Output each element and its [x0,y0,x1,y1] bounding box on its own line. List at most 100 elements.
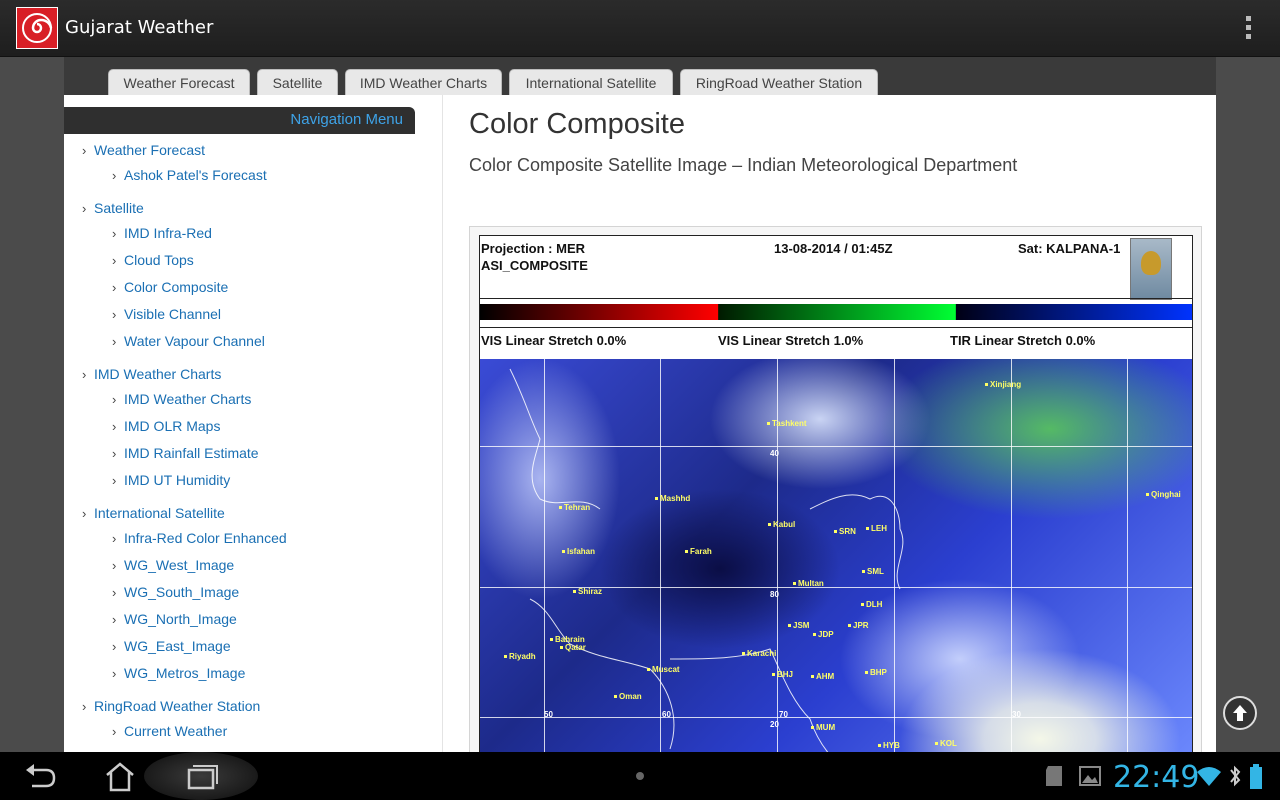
nav-item[interactable]: › IMD Rainfall Estimate [112,445,259,461]
longitude-label: 60 [662,710,671,719]
stretch-label-3: TIR Linear Stretch 0.0% [950,333,1096,348]
nav-item-label: Cloud Tops [124,252,194,268]
overflow-menu-icon[interactable] [1238,16,1258,42]
color-scale-bar [480,304,1192,320]
nav-item[interactable]: › Water Vapour Channel [112,333,265,349]
chevron-right-icon: › [112,226,117,241]
nav-item[interactable]: › Current Weather [112,723,227,739]
city-label: Tehran [559,503,590,512]
system-navigation-bar: 22:49 [0,752,1280,800]
bluetooth-icon [1230,765,1241,787]
nav-item[interactable]: › IMD Weather Charts [82,366,221,382]
nav-item[interactable]: › IMD UT Humidity [112,472,230,488]
nav-item[interactable]: › WG_East_Image [112,638,231,654]
chevron-right-icon: › [82,201,87,216]
city-label: BHJ [772,670,793,679]
app-title: Gujarat Weather [65,17,214,38]
nav-item[interactable]: › Cloud Tops [112,252,194,268]
city-label: Shiraz [573,587,602,596]
city-label: KOL [935,739,957,748]
latitude-label: 40 [770,449,779,458]
nav-item-label: Infra-Red Color Enhanced [124,530,287,546]
chevron-right-icon: › [112,253,117,268]
nav-item-label: Current Weather [124,723,228,739]
product-label: ASI_COMPOSITE [481,258,588,273]
main-content: Color Composite Color Composite Satellit… [469,95,1216,752]
nav-item[interactable]: › International Satellite [82,505,225,521]
nav-item[interactable]: › IMD Weather Charts [112,391,251,407]
city-label: Oman [614,692,642,701]
chevron-right-icon: › [112,612,117,627]
back-button[interactable] [16,760,64,794]
nav-item-label: RingRoad Weather Station [94,698,261,714]
tab-weather-forecast[interactable]: Weather Forecast [108,69,250,95]
satellite-name-label: Sat: KALPANA-1 [1018,241,1121,256]
nav-item[interactable]: › IMD OLR Maps [112,418,220,434]
city-label: Kabul [768,520,795,529]
recent-apps-button[interactable] [177,760,225,794]
left-gutter [0,57,64,752]
chevron-right-icon: › [82,506,87,521]
city-label: Multan [793,579,824,588]
image-icon [1079,766,1101,786]
nav-item-label: WG_West_Image [124,557,235,573]
longitude-label: 50 [544,710,553,719]
nav-item[interactable]: › WG_West_Image [112,557,234,573]
latitude-label: 30 [1012,710,1021,719]
nav-item-label: IMD OLR Maps [124,418,221,434]
back-icon [26,764,56,788]
nav-item-label: IMD Rainfall Estimate [124,445,259,461]
tab-imd-weather-charts[interactable]: IMD Weather Charts [345,69,502,95]
nav-item-label: IMD UT Humidity [124,472,231,488]
nav-item[interactable]: › Infra-Red Color Enhanced [112,530,287,546]
nav-item-label: Satellite [94,200,144,216]
city-label: LEH [866,524,887,533]
nav-item[interactable]: › Satellite [82,200,144,216]
datetime-label: 13-08-2014 / 01:45Z [774,241,893,256]
page-indicator-dot [636,772,644,780]
city-label: HYB [878,741,900,750]
city-label: MUM [811,723,835,732]
city-label: JDP [813,630,834,639]
nav-item[interactable]: › Ashok Patel's Forecast [112,167,267,183]
nav-item-label: Water Vapour Channel [124,333,265,349]
city-label: Riyadh [504,652,536,661]
nav-item-label: Ashok Patel's Forecast [124,167,267,183]
scroll-to-top-button[interactable] [1223,696,1257,730]
chevron-right-icon: › [82,699,87,714]
battery-icon [1250,764,1262,789]
nav-item[interactable]: › WG_Metros_Image [112,665,245,681]
city-label: JSM [788,621,809,630]
city-label: Muscat [647,665,680,674]
longitude-label: 70 [779,710,788,719]
nav-item[interactable]: › RingRoad Weather Station [82,698,260,714]
city-label: Qinghai [1146,490,1181,499]
nav-item[interactable]: › Visible Channel [112,306,221,322]
home-button[interactable] [96,760,144,794]
nav-item[interactable]: › Weather Forecast [82,142,205,158]
city-label: Xinjiang [985,380,1021,389]
header-divider [480,298,1192,299]
right-gutter [1216,57,1280,752]
imd-emblem-icon [1130,238,1172,300]
nav-item-label: Weather Forecast [94,142,206,158]
latitude-label: 80 [770,590,779,599]
tab-ringroad-weather-station[interactable]: RingRoad Weather Station [680,69,878,95]
city-label: DLH [861,600,882,609]
nav-item-label: IMD Weather Charts [124,391,252,407]
nav-item[interactable]: › WG_North_Image [112,611,237,627]
nav-item-label: Visible Channel [124,306,222,322]
tab-international-satellite[interactable]: International Satellite [509,69,673,95]
spiral-logo-icon[interactable] [16,7,58,49]
nav-item[interactable]: › Color Composite [112,279,228,295]
city-label: Tashkent [767,419,807,428]
satellite-image[interactable]: Projection : MER ASI_COMPOSITE 13-08-201… [469,226,1202,752]
tab-satellite[interactable]: Satellite [257,69,338,95]
page-subtitle: Color Composite Satellite Image – Indian… [469,155,1018,175]
nav-item[interactable]: › IMD Infra-Red [112,225,212,241]
wifi-icon [1197,767,1221,786]
status-clock: 22:49 [1113,760,1200,795]
chevron-right-icon: › [112,419,117,434]
nav-item-label: IMD Infra-Red [124,225,212,241]
nav-item[interactable]: › WG_South_Image [112,584,239,600]
